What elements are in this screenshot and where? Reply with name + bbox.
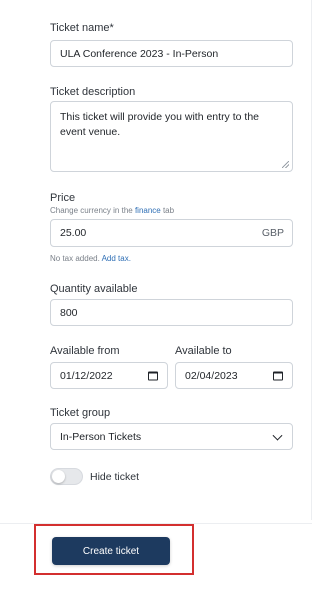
ticket-group-value: In-Person Tickets — [60, 430, 142, 443]
quantity-value: 800 — [60, 306, 78, 319]
available-to-value: 02/04/2023 — [185, 369, 238, 382]
ticket-form-page: Ticket name* ULA Conference 2023 - In-Pe… — [0, 0, 322, 592]
ticket-name-label: Ticket name* — [50, 22, 114, 34]
ticket-name-value: ULA Conference 2023 - In-Person — [60, 47, 219, 60]
tax-note: No tax added. Add tax. — [50, 254, 131, 263]
price-value: 25.00 — [60, 227, 87, 239]
price-helper-suffix: tab — [160, 206, 175, 215]
quantity-input[interactable]: 800 — [50, 299, 293, 326]
panel-edge — [311, 0, 312, 520]
ticket-group-select[interactable]: In-Person Tickets — [50, 423, 293, 450]
hide-ticket-label: Hide ticket — [90, 471, 140, 483]
calendar-icon[interactable] — [273, 371, 283, 380]
quantity-label: Quantity available — [50, 283, 138, 295]
available-from-label: Available from — [50, 345, 120, 357]
currency-suffix: GBP — [261, 227, 284, 239]
hide-ticket-toggle[interactable] — [50, 468, 83, 485]
ticket-description-textarea[interactable]: This ticket will provide you with entry … — [50, 101, 293, 172]
ticket-description-label: Ticket description — [50, 86, 136, 98]
ticket-description-value: This ticket will provide you with entry … — [60, 111, 259, 138]
ticket-group-label: Ticket group — [50, 407, 111, 419]
ticket-name-input[interactable]: ULA Conference 2023 - In-Person — [50, 40, 293, 67]
toggle-knob — [52, 470, 65, 483]
price-currency-helper: Change currency in the finance tab — [50, 206, 174, 215]
available-from-date-input[interactable]: 01/12/2022 — [50, 362, 168, 389]
tax-note-text: No tax added. — [50, 254, 100, 263]
calendar-icon[interactable] — [148, 371, 158, 380]
add-tax-link[interactable]: Add tax. — [102, 254, 131, 263]
finance-tab-link[interactable]: finance — [135, 206, 161, 215]
chevron-down-icon — [272, 430, 283, 441]
resize-handle-icon[interactable] — [282, 161, 289, 168]
available-to-date-input[interactable]: 02/04/2023 — [175, 362, 293, 389]
price-helper-prefix: Change currency in the — [50, 206, 135, 215]
available-from-value: 01/12/2022 — [60, 369, 113, 382]
price-input[interactable]: 25.00 GBP — [50, 219, 293, 247]
create-ticket-button[interactable]: Create ticket — [52, 537, 170, 565]
available-to-label: Available to — [175, 345, 232, 357]
price-label: Price — [50, 192, 76, 204]
